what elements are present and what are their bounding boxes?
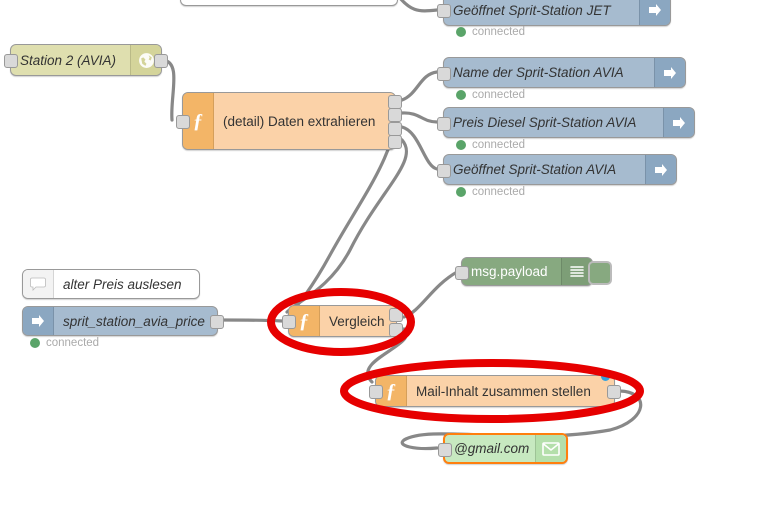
status-text: connected	[472, 186, 526, 198]
output-port-3[interactable]	[388, 122, 402, 136]
status-dot	[456, 187, 466, 197]
status-text: connected	[46, 337, 100, 349]
node-label: alter Preis auslesen	[63, 276, 182, 292]
status-text: connected	[472, 26, 526, 38]
node-mail-inhalt-zusammen-stellen[interactable]: ƒ Mail-Inhalt zusammen stellen	[369, 372, 621, 407]
node-label: msg.payload	[471, 264, 548, 279]
output-port[interactable]	[154, 54, 168, 68]
node-label: Preis Diesel Sprit-Station AVIA	[453, 115, 637, 130]
input-port[interactable]	[176, 115, 190, 129]
node-preis-diesel-sprit-station-avia[interactable]: Preis Diesel Sprit-Station AVIA	[437, 107, 695, 138]
node-label: Station 2 (AVIA)	[20, 52, 117, 68]
status-text: connected	[472, 89, 526, 101]
status-dot	[456, 27, 466, 37]
node-detail-daten-extrahieren[interactable]: ƒ (detail) Daten extrahieren	[176, 92, 402, 150]
node-label: Geöffnet Sprit-Station JET	[453, 2, 611, 18]
output-port-1[interactable]	[389, 308, 403, 322]
output-port-4[interactable]	[388, 135, 402, 149]
comment-bubble-icon	[23, 270, 54, 298]
output-port-1[interactable]	[388, 95, 402, 109]
status-name-avia: connected	[456, 89, 525, 101]
status-dot	[456, 90, 466, 100]
node-station-2-avia[interactable]: Station 2 (AVIA)	[4, 44, 168, 76]
node-gmail[interactable]: @gmail.com	[438, 433, 568, 464]
output-port-2[interactable]	[389, 323, 403, 337]
status-sprit-station-avia-price: connected	[30, 337, 99, 349]
partial-node-label	[181, 0, 397, 5]
status-dot	[456, 140, 466, 150]
output-port-2[interactable]	[388, 108, 402, 122]
input-port[interactable]	[437, 117, 451, 131]
node-sprit-station-avia-price[interactable]: sprit_station_avia_price	[22, 306, 224, 336]
debug-toggle-button[interactable]	[588, 261, 612, 285]
node-debug-msg-payload[interactable]: msg.payload	[455, 257, 612, 286]
output-port[interactable]	[607, 385, 621, 399]
node-label: Geöffnet Sprit-Station AVIA	[453, 162, 617, 177]
arrow-right-icon	[23, 307, 54, 335]
node-label: Mail-Inhalt zusammen stellen	[407, 376, 614, 406]
arrow-right-icon	[639, 0, 670, 25]
input-port[interactable]	[437, 4, 451, 18]
node-geoeffnet-sprit-station-jet[interactable]: Geöffnet Sprit-Station JET	[437, 0, 671, 26]
status-geoeffnet-avia: connected	[456, 186, 525, 198]
input-port[interactable]	[437, 67, 451, 81]
status-preis-diesel-avia: connected	[456, 139, 525, 151]
node-vergleich[interactable]: ƒ Vergleich	[282, 305, 403, 337]
node-label: Vergleich	[320, 306, 396, 336]
node-geoeffnet-sprit-station-avia[interactable]: Geöffnet Sprit-Station AVIA	[437, 154, 677, 185]
input-port[interactable]	[438, 443, 452, 457]
status-geoeffnet-jet: connected	[456, 26, 525, 38]
arrow-right-icon	[663, 108, 694, 137]
status-dot	[30, 338, 40, 348]
status-text: connected	[472, 139, 526, 151]
input-port[interactable]	[437, 164, 451, 178]
input-port[interactable]	[369, 385, 383, 399]
changed-indicator-icon	[601, 372, 610, 381]
node-label: Name der Sprit-Station AVIA	[453, 65, 624, 80]
input-port[interactable]	[282, 315, 296, 329]
arrow-right-icon	[654, 58, 685, 87]
input-port[interactable]	[455, 266, 469, 280]
output-port[interactable]	[210, 315, 224, 329]
node-name-der-sprit-station-avia[interactable]: Name der Sprit-Station AVIA	[437, 57, 686, 88]
node-label: (detail) Daten extrahieren	[214, 93, 395, 149]
node-comment-alter-preis-auslesen[interactable]: alter Preis auslesen	[22, 269, 200, 299]
node-label: sprit_station_avia_price	[63, 313, 205, 329]
input-port[interactable]	[4, 54, 18, 68]
flow-canvas[interactable]: Geöffnet Sprit-Station JET connected Sta…	[0, 0, 778, 527]
arrow-right-icon	[645, 155, 676, 184]
envelope-icon	[535, 435, 566, 462]
partial-node-top[interactable]	[180, 0, 398, 6]
node-label: @gmail.com	[454, 441, 530, 456]
